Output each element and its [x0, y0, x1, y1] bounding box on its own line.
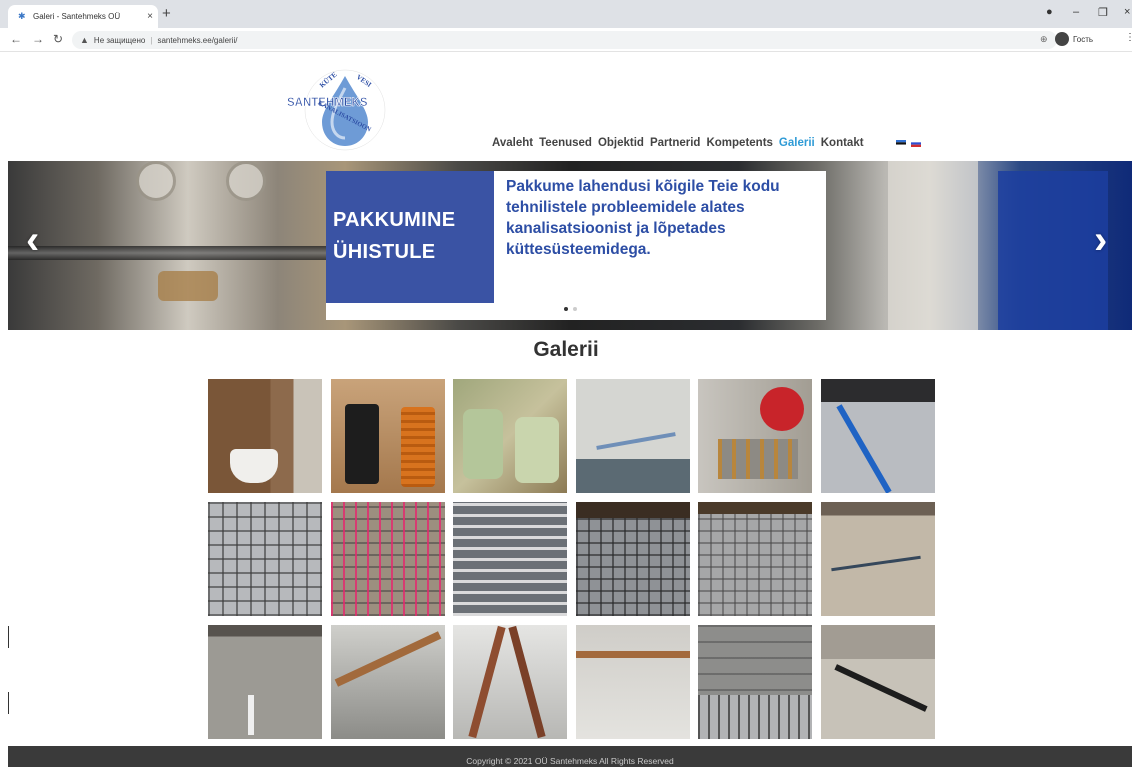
footer-copyright: Copyright © 2021 OÜ Santehmeks All Right…: [466, 756, 674, 766]
slider-background-pipes: [8, 246, 338, 260]
banner-heading-line1: PAKKUMINE: [333, 209, 456, 231]
minimize-icon[interactable]: –: [1073, 6, 1079, 18]
page-title: Galerii: [533, 338, 599, 361]
gallery-image-rebar[interactable]: [575, 502, 690, 616]
santehmeks-logo[interactable]: KÜTE VESI SANTEHMEKS KANALISATSIOON: [282, 66, 408, 154]
left-edge-mark: [8, 692, 9, 714]
close-window-icon[interactable]: ×: [1124, 6, 1130, 18]
banner-heading: PAKKUMINE ÜHISTULE: [333, 204, 493, 268]
profile-label: Гость: [1073, 34, 1094, 44]
nav-item-avaleht[interactable]: Avaleht: [492, 137, 533, 149]
slider-background-blue: [998, 171, 1108, 330]
main-nav: Avaleht Teenused Objektid Partnerid Komp…: [492, 137, 870, 149]
gallery-image-wall-pipes[interactable]: [575, 379, 690, 493]
slider-prev-button[interactable]: ‹: [26, 220, 39, 260]
gallery-image-floor-pipes[interactable]: [820, 379, 935, 493]
slider-background-gauge: [136, 161, 176, 201]
slider-background-valve: [158, 271, 218, 301]
banner-heading-line2: ÜHISTULE: [333, 241, 436, 263]
browser-tab[interactable]: ✱ Galeri - Santehmeks OÜ ×: [8, 5, 158, 28]
gallery-image-floor-pipe[interactable]: [208, 625, 322, 739]
insecure-label: Не защищено: [93, 35, 146, 45]
nav-item-objektid[interactable]: Objektid: [598, 137, 644, 149]
url-separator: |: [150, 35, 153, 45]
gallery-image-pipes[interactable]: [330, 379, 445, 493]
gallery-image-floor-mesh[interactable]: [698, 502, 812, 616]
zoom-icon[interactable]: ⊕: [1040, 34, 1048, 45]
gallery-image-ceiling-pipes[interactable]: [330, 625, 445, 739]
slider-background-gauge: [226, 161, 266, 201]
gallery-image-heating-mesh[interactable]: [208, 502, 322, 616]
gallery-image-heating-coils[interactable]: [453, 502, 567, 616]
nav-item-kompetents[interactable]: Kompetents: [706, 137, 772, 149]
gallery-image-tanks[interactable]: [453, 379, 567, 493]
reload-icon[interactable]: ↻: [53, 32, 63, 46]
slider-background-wall: [888, 161, 978, 330]
gallery-grid: [208, 379, 935, 739]
estonian-flag-icon[interactable]: [896, 140, 906, 147]
russian-flag-icon[interactable]: [911, 140, 921, 147]
gallery-image-block-wall[interactable]: [698, 625, 812, 739]
language-switcher: [896, 140, 921, 147]
nav-item-partnerid[interactable]: Partnerid: [650, 137, 701, 149]
record-icon[interactable]: ●: [1046, 6, 1053, 18]
banner-text: Pakkume lahendusi kõigile Teie kodu tehn…: [506, 178, 780, 258]
address-bar[interactable]: ▲ Не защищено | santehmeks.ee/galerii/: [72, 31, 1057, 49]
gallery-image-pink-mesh[interactable]: [330, 502, 445, 616]
browser-toolbar: ← → ↻ ▲ Не защищено | santehmeks.ee/gale…: [0, 28, 1132, 52]
gallery-image-black-pipes[interactable]: [820, 625, 935, 739]
left-edge-mark: [8, 626, 9, 648]
warning-icon: ▲: [80, 35, 89, 45]
gallery-image-copper-risers[interactable]: [453, 625, 567, 739]
browser-tab-bar: ✱ Galeri - Santehmeks OÜ × + ● – ❐ ×: [0, 0, 1132, 28]
banner-heading-box: PAKKUMINE ÜHISTULE: [326, 171, 494, 303]
nav-item-galerii[interactable]: Galerii: [779, 137, 815, 149]
nav-item-kontakt[interactable]: Kontakt: [821, 137, 864, 149]
footer: Copyright © 2021 OÜ Santehmeks All Right…: [8, 746, 1132, 767]
gallery-image-wall-copper[interactable]: [575, 625, 690, 739]
page-root: { "browser": { "tab_title": "Galeri - Sa…: [0, 0, 1132, 767]
slider-dots: [564, 307, 577, 311]
tab-title: Galeri - Santehmeks OÜ: [33, 12, 121, 21]
forward-icon[interactable]: →: [32, 32, 44, 46]
url-text: santehmeks.ee/galerii/: [157, 35, 238, 45]
profile-button[interactable]: Гость: [1055, 32, 1093, 46]
favicon-icon: ✱: [18, 11, 26, 21]
close-tab-icon[interactable]: ×: [142, 11, 158, 22]
back-icon[interactable]: ←: [10, 32, 22, 46]
new-tab-button[interactable]: +: [162, 6, 171, 22]
nav-item-teenused[interactable]: Teenused: [539, 137, 592, 149]
avatar: [1055, 32, 1069, 46]
gallery-image-toilet[interactable]: [208, 379, 322, 493]
gallery-image-concrete[interactable]: [820, 502, 935, 616]
restore-icon[interactable]: ❐: [1098, 6, 1108, 19]
gallery-image-boiler[interactable]: [698, 379, 812, 493]
slider-next-button[interactable]: ›: [1094, 220, 1107, 260]
menu-icon[interactable]: ⋮: [1125, 32, 1132, 43]
slider-banner: PAKKUMINE ÜHISTULE Pakkume lahendusi kõi…: [326, 171, 826, 320]
slider-dot-1[interactable]: [564, 307, 568, 311]
slider-dot-2[interactable]: [573, 307, 577, 311]
